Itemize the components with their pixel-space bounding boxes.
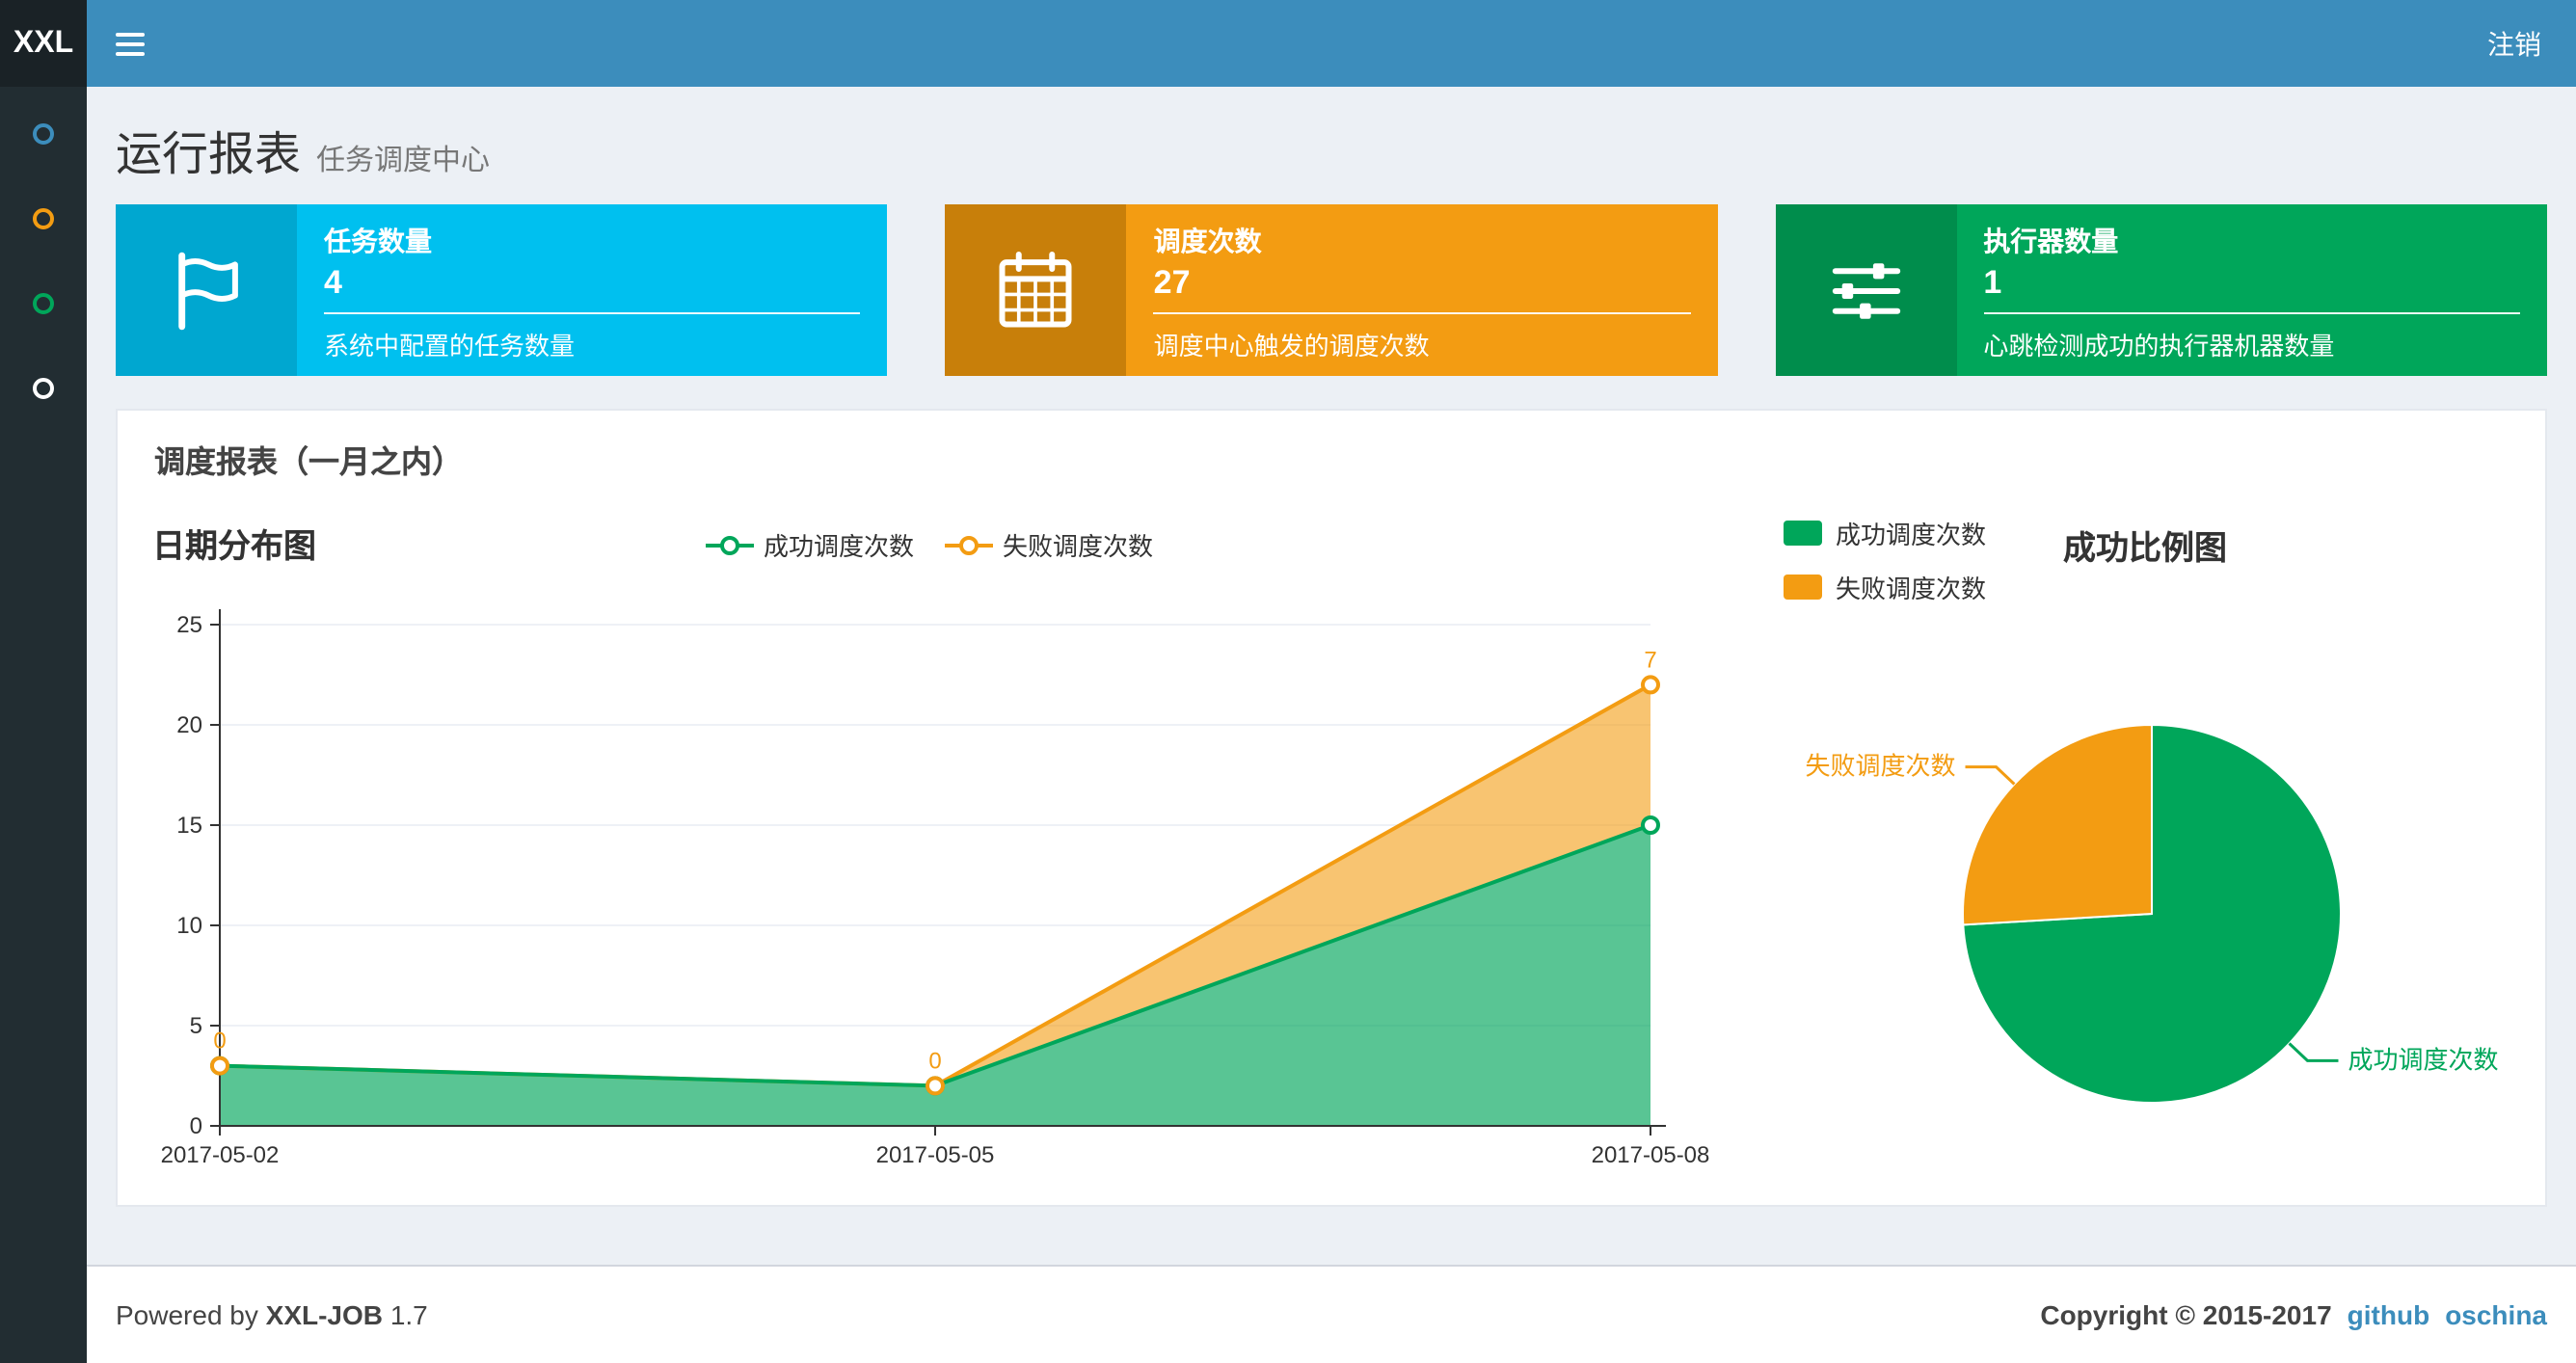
version-text: 1.7 (389, 1299, 428, 1330)
sidebar-item[interactable] (0, 175, 87, 260)
sidebar-item[interactable] (0, 91, 87, 175)
panel-title: 调度报表（一月之内） (154, 447, 464, 480)
content-header: 运行报表 任务调度中心 (87, 87, 2576, 183)
footer-link-oschina[interactable]: oschina (2445, 1299, 2547, 1330)
app-logo[interactable]: XXL (0, 0, 87, 87)
footer-links: github oschina (2332, 1299, 2547, 1330)
sidebar (0, 87, 87, 1363)
top-navbar: XXL 注销 (0, 0, 2576, 87)
success-ratio-pie-chart: 成功调度次数 失败调度次数 (1806, 723, 2498, 1104)
line-chart-legend: 成功调度次数 失败调度次数 (706, 526, 1153, 563)
svg-text:15: 15 (176, 813, 202, 839)
copyright-text: Copyright © 2015-2017 (2040, 1299, 2332, 1330)
footer-powered-by: Powered by XXL-JOB 1.7 (116, 1299, 428, 1330)
date-distribution-chart: 05101520252017-05-02 2017-05-05 2017-05-08… (161, 609, 1710, 1168)
svg-text:7: 7 (1644, 647, 1656, 673)
svg-text:0: 0 (213, 1029, 226, 1055)
info-box: 调度次数 27 调度中心触发的调度次数 (945, 204, 1718, 376)
sliders-icon (1775, 204, 1957, 376)
legend-item[interactable]: 成功调度次数 (1784, 515, 1986, 551)
info-box-value: 27 (1153, 264, 1191, 301)
page-title: 运行报表 任务调度中心 (116, 116, 2547, 183)
sidebar-item[interactable] (0, 345, 87, 430)
svg-text:成功调度次数: 成功调度次数 (2348, 1045, 2498, 1074)
success-ratio-chart-title: 成功比例图 (2063, 530, 2227, 567)
app: XXL 注销 运行报表 任务调度中心 任务数量 4 系统中配置的任务数量 调度次数 27… (0, 0, 2576, 1363)
info-box-title: 执行器数量 (1983, 226, 2119, 256)
circle-icon (33, 207, 54, 228)
square-legend-marker (1784, 521, 1822, 546)
footer-copyright: Copyright © 2015-2017 github oschina (2040, 1299, 2547, 1330)
legend-item[interactable]: 成功调度次数 (706, 526, 914, 563)
legend-label: 失败调度次数 (1003, 532, 1154, 561)
info-box-title: 调度次数 (1153, 226, 1262, 256)
date-distribution-chart-title: 日期分布图 (152, 528, 316, 565)
info-box-value: 1 (1983, 264, 2002, 301)
report-panel: 调度报表（一月之内） 日期分布图 成功调度次数 失败调度次数 成功调度次数 失败调度… (116, 409, 2547, 1207)
info-box-row: 任务数量 4 系统中配置的任务数量 调度次数 27 调度中心触发的调度次数 执行器数量 1 心跳… (87, 183, 2576, 376)
legend-label: 失败调度次数 (1836, 575, 1987, 603)
page-title-text: 运行报表 (116, 129, 301, 181)
info-box: 执行器数量 1 心跳检测成功的执行器机器数量 (1775, 204, 2547, 376)
page-subtitle: 任务调度中心 (316, 145, 491, 177)
svg-text:25: 25 (176, 612, 202, 638)
info-box: 任务数量 4 系统中配置的任务数量 (116, 204, 888, 376)
sidebar-item[interactable] (0, 260, 87, 345)
svg-text:0: 0 (928, 1048, 941, 1074)
footer-link-github[interactable]: github (2348, 1299, 2430, 1330)
line-legend-marker (706, 535, 754, 554)
legend-label: 成功调度次数 (764, 532, 915, 561)
info-box-value: 4 (324, 264, 342, 301)
circle-icon (33, 377, 54, 398)
sidebar-menu (0, 87, 87, 430)
legend-item[interactable]: 失败调度次数 (945, 526, 1153, 563)
hamburger-icon (116, 32, 145, 55)
info-box-desc: 调度中心触发的调度次数 (1153, 332, 1430, 361)
circle-icon (33, 292, 54, 313)
svg-text:2017-05-08: 2017-05-08 (1592, 1142, 1710, 1168)
info-box-desc: 心跳检测成功的执行器机器数量 (1983, 332, 2335, 361)
calendar-icon (945, 204, 1127, 376)
legend-item[interactable]: 失败调度次数 (1784, 569, 1986, 605)
brand-text: XXL-JOB (265, 1299, 384, 1330)
main-content: 运行报表 任务调度中心 任务数量 4 系统中配置的任务数量 调度次数 27 调度中心触发的… (87, 87, 2576, 1207)
svg-text:0: 0 (190, 1113, 202, 1139)
page-footer: Powered by XXL-JOB 1.7 Copyright © 2015-… (87, 1265, 2576, 1363)
square-legend-marker (1784, 575, 1822, 600)
info-box-divider (1153, 312, 1691, 314)
info-box-desc: 系统中配置的任务数量 (324, 332, 576, 361)
info-box-divider (324, 312, 861, 314)
svg-text:10: 10 (176, 913, 202, 939)
circle-icon (33, 122, 54, 144)
powered-by-text: Powered by (116, 1299, 258, 1330)
svg-text:20: 20 (176, 712, 202, 738)
info-box-title: 任务数量 (324, 226, 432, 256)
svg-text:2017-05-05: 2017-05-05 (876, 1142, 995, 1168)
svg-text:2017-05-02: 2017-05-02 (161, 1142, 280, 1168)
flag-icon (116, 204, 297, 376)
info-box-divider (1983, 312, 2520, 314)
svg-text:失败调度次数: 失败调度次数 (1806, 752, 1956, 781)
svg-text:5: 5 (190, 1013, 202, 1039)
legend-label: 成功调度次数 (1836, 521, 1987, 549)
pie-chart-legend: 成功调度次数 失败调度次数 (1784, 515, 1986, 605)
logout-link[interactable]: 注销 (2453, 0, 2576, 87)
sidebar-toggle-button[interactable] (87, 0, 174, 87)
line-legend-marker (945, 535, 994, 554)
